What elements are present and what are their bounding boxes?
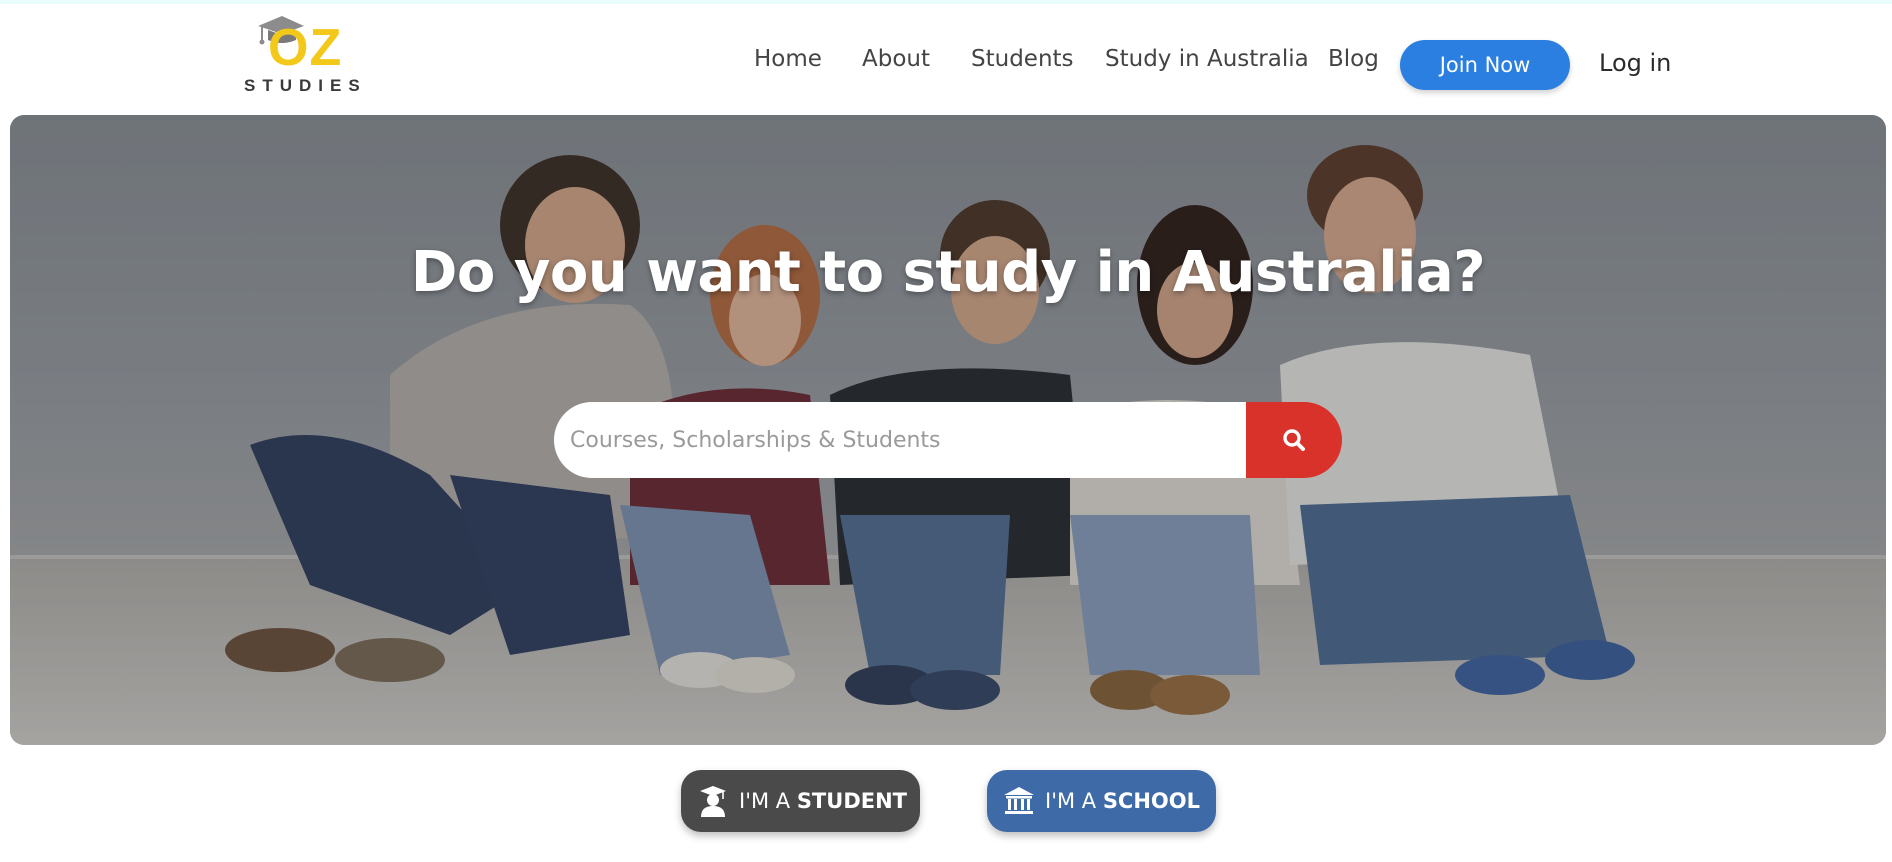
im-a-student-button[interactable]: I'M A STUDENT [681,770,920,832]
nav-home[interactable]: Home [754,46,822,72]
site-header: OZ STUDIES Home About Students Study in … [0,4,1892,112]
nav-study-in-australia[interactable]: Study in Australia [1105,46,1309,72]
school-label-bold: SCHOOL [1102,789,1201,813]
search-button[interactable] [1246,402,1342,478]
logo-wordmark: OZ [268,19,343,77]
join-now-button[interactable]: Join Now [1400,40,1570,90]
hero-title: Do you want to study in Australia? [410,240,1486,305]
search-icon [1283,429,1305,451]
nav-students[interactable]: Students [971,46,1074,72]
logo-subtitle: STUDIES [244,76,367,95]
oz-studies-logo[interactable]: OZ STUDIES [240,14,390,100]
school-label-prefix: I'M A [1045,789,1103,813]
search-bar [554,402,1246,478]
student-label-prefix: I'M A [739,789,797,813]
nav-about[interactable]: About [862,46,930,72]
nav-blog[interactable]: Blog [1328,46,1379,72]
student-label-bold: STUDENT [796,789,907,813]
school-building-icon [1003,785,1035,817]
log-in-link[interactable]: Log in [1599,49,1671,77]
im-a-school-button[interactable]: I'M A SCHOOL [987,770,1216,832]
search-input[interactable] [570,427,1230,453]
student-icon [697,785,729,817]
